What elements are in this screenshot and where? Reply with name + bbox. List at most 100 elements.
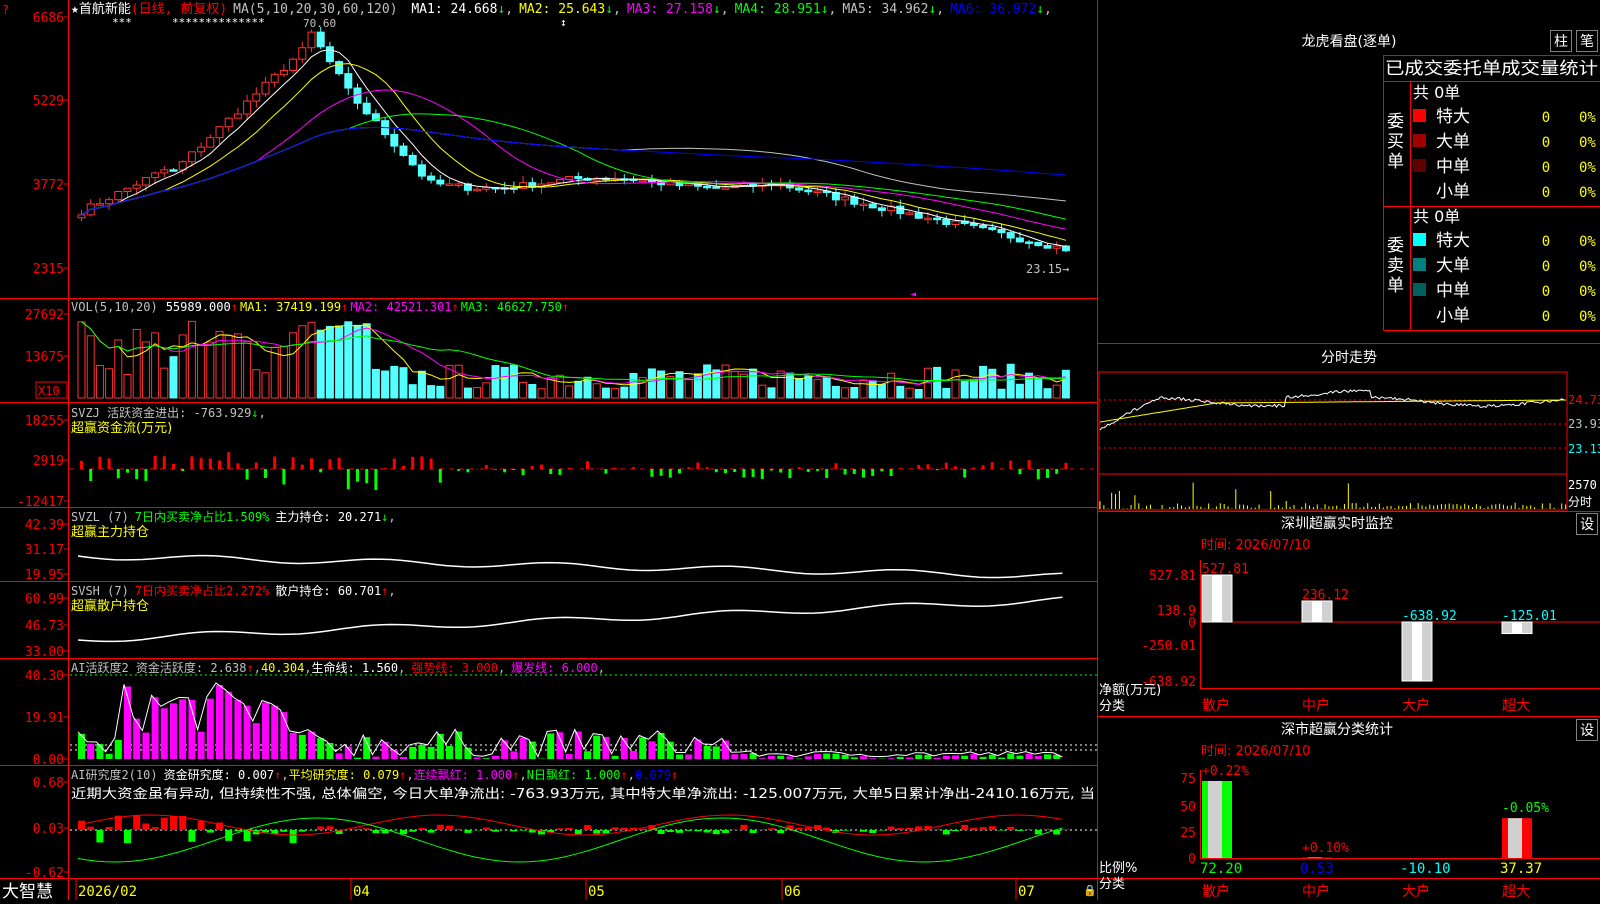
candle-body[interactable] xyxy=(455,184,462,186)
candle-body[interactable] xyxy=(1062,246,1069,251)
research-bar[interactable] xyxy=(96,830,103,842)
volume-bar[interactable] xyxy=(409,385,416,398)
candle-body[interactable] xyxy=(207,138,214,148)
research-bar[interactable] xyxy=(713,830,720,834)
research-bar[interactable] xyxy=(777,830,784,833)
ai-activity-bar[interactable] xyxy=(961,756,968,759)
svzj-bar[interactable] xyxy=(255,463,258,469)
candle-body[interactable] xyxy=(271,74,278,82)
research-bar[interactable] xyxy=(455,829,462,830)
candle-body[interactable] xyxy=(1044,246,1051,249)
svzj-bar[interactable] xyxy=(1037,469,1040,479)
svzj-bar[interactable] xyxy=(117,469,120,478)
research-bar[interactable] xyxy=(612,827,619,830)
candle-body[interactable] xyxy=(1026,242,1033,244)
candle-body[interactable] xyxy=(363,103,370,114)
ai-activity-bar[interactable] xyxy=(418,745,425,759)
volume-bar[interactable] xyxy=(602,388,609,398)
research-bar[interactable] xyxy=(152,827,159,830)
research-bar[interactable] xyxy=(621,828,628,830)
sz-monitor-panel[interactable]: 深圳超赢实时监控 时间: 2026/07/10 527.81138.90-250… xyxy=(1099,515,1600,714)
candle-body[interactable] xyxy=(924,218,931,220)
ai-activity-bar[interactable] xyxy=(400,757,407,759)
candle-body[interactable] xyxy=(253,94,260,101)
research-bar[interactable] xyxy=(529,830,536,833)
candle-body[interactable] xyxy=(998,230,1005,233)
candle-body[interactable] xyxy=(878,208,885,211)
ai-activity-bar[interactable] xyxy=(648,741,655,759)
bar-mode-button[interactable]: 柱 xyxy=(1550,30,1572,52)
ai-activity-bar[interactable] xyxy=(805,756,812,759)
volume-bar[interactable] xyxy=(161,368,168,398)
ai-activity-bar[interactable] xyxy=(152,697,159,759)
research-bar[interactable] xyxy=(888,827,895,830)
volume-bar[interactable] xyxy=(897,386,904,398)
candle-body[interactable] xyxy=(934,218,941,220)
research-bar[interactable] xyxy=(842,830,849,831)
svzj-bar[interactable] xyxy=(89,469,92,481)
volume-bar[interactable] xyxy=(124,374,131,398)
candle-body[interactable] xyxy=(437,180,444,184)
research-bar[interactable] xyxy=(428,830,435,833)
volume-bar[interactable] xyxy=(253,370,260,398)
candle-body[interactable] xyxy=(556,179,563,182)
research-bar[interactable] xyxy=(566,828,573,830)
sz-monitor-settings-button[interactable]: 设 xyxy=(1576,513,1598,535)
candle-body[interactable] xyxy=(345,74,352,88)
ai-activity-bar[interactable] xyxy=(225,692,232,759)
svzj-bar[interactable] xyxy=(761,469,764,479)
svzj-bar[interactable] xyxy=(80,461,83,469)
ai-activity-bar[interactable] xyxy=(244,706,251,759)
svzj-bar[interactable] xyxy=(374,469,377,490)
research-bar[interactable] xyxy=(317,826,324,830)
ai-activity-bar[interactable] xyxy=(566,754,573,759)
research-bar[interactable] xyxy=(1026,829,1033,830)
volume-bar[interactable] xyxy=(796,379,803,398)
svzj-bar[interactable] xyxy=(586,461,589,469)
ai-activity-bar[interactable] xyxy=(842,755,849,759)
research-bar[interactable] xyxy=(593,830,600,834)
ai-activity-bar[interactable] xyxy=(317,738,324,759)
ai-activity-bar[interactable] xyxy=(952,755,959,759)
research-bar[interactable] xyxy=(750,830,757,833)
svzj-bar[interactable] xyxy=(779,469,782,472)
volume-bar[interactable] xyxy=(1062,370,1069,398)
ai-activity-bar[interactable] xyxy=(713,746,720,759)
svzj-bar[interactable] xyxy=(393,459,396,469)
svzj-bar[interactable] xyxy=(236,463,239,469)
svzj-bar[interactable] xyxy=(209,458,212,469)
ai-activity-bar[interactable] xyxy=(777,756,784,759)
ai-activity-bar[interactable] xyxy=(234,700,241,759)
volume-bar[interactable] xyxy=(244,342,251,398)
volume-bar[interactable] xyxy=(740,374,747,398)
candle-body[interactable] xyxy=(280,70,287,74)
candle-body[interactable] xyxy=(96,204,103,206)
svzj-bar[interactable] xyxy=(862,469,865,478)
candle-body[interactable] xyxy=(704,186,711,188)
sz-stats-settings-button[interactable]: 设 xyxy=(1576,719,1598,741)
volume-bar[interactable] xyxy=(529,384,536,398)
candle-body[interactable] xyxy=(161,170,168,173)
svzj-bar[interactable] xyxy=(972,468,975,469)
volume-bar[interactable] xyxy=(198,344,205,398)
svzj-bar[interactable] xyxy=(982,465,985,469)
candle-body[interactable] xyxy=(713,187,720,189)
ai-activity-bar[interactable] xyxy=(731,754,738,759)
volume-bar[interactable] xyxy=(888,373,895,398)
svzj-bar[interactable] xyxy=(549,469,552,474)
svzj-bar[interactable] xyxy=(660,469,663,476)
svzj-bar[interactable] xyxy=(365,469,368,483)
candle-body[interactable] xyxy=(1035,242,1042,245)
candle-body[interactable] xyxy=(1053,246,1060,248)
research-bar[interactable] xyxy=(1007,827,1014,830)
candle-body[interactable] xyxy=(685,184,692,186)
ai-activity-bar[interactable] xyxy=(106,754,113,759)
svzj-bar[interactable] xyxy=(871,469,874,476)
ai-activity-bar[interactable] xyxy=(575,731,582,759)
volume-bar[interactable] xyxy=(1007,364,1014,398)
volume-bar[interactable] xyxy=(704,365,711,398)
ai-activity-bar[interactable] xyxy=(998,758,1005,759)
research-bar[interactable] xyxy=(1016,830,1023,831)
volume-bar[interactable] xyxy=(538,389,545,398)
ai-activity-bar[interactable] xyxy=(336,753,343,759)
